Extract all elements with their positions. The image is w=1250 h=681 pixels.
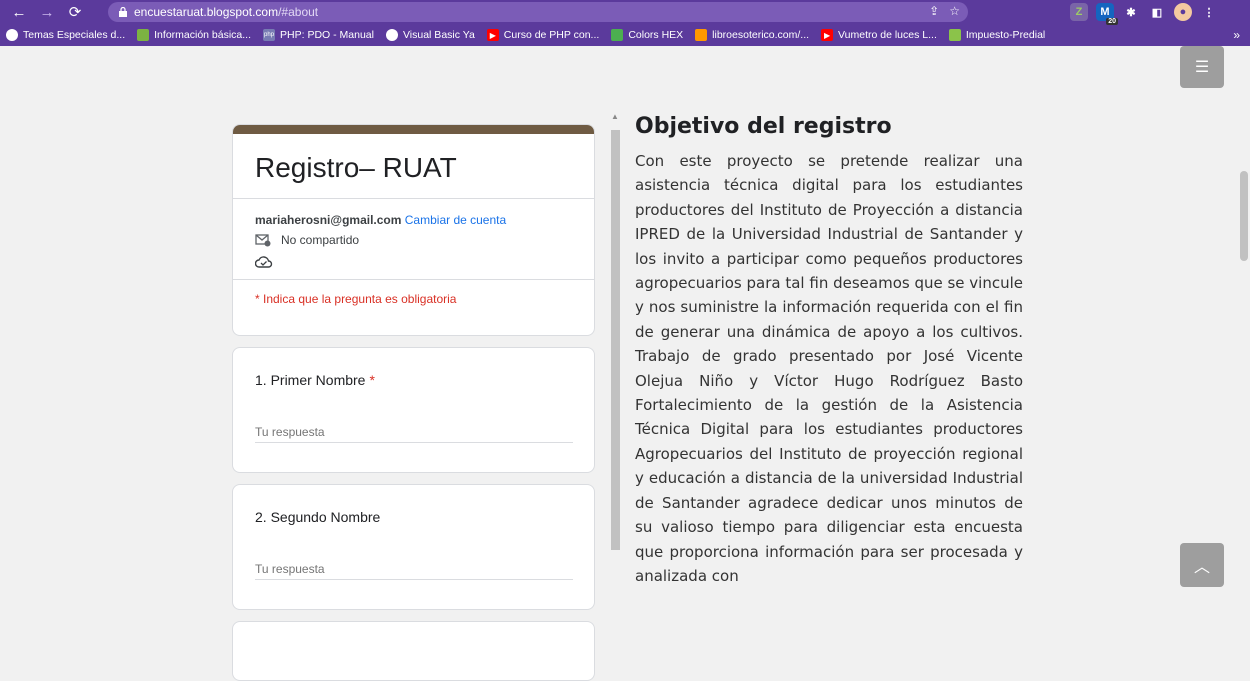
building-icon	[948, 29, 961, 41]
address-bar[interactable]: encuestaruat.blogspot.com/#about ⇪ ☆	[108, 2, 968, 22]
second-name-input[interactable]	[255, 559, 573, 580]
cloud-saved-icon	[255, 256, 273, 268]
reload-icon[interactable]: ⟳	[64, 1, 86, 23]
bookmark-label: PHP: PDO - Manual	[280, 29, 374, 41]
not-shared-text: No compartido	[281, 233, 360, 247]
bookmark-item[interactable]: Información básica...	[137, 29, 251, 41]
page-viewport: Registro– RUAT mariaherosni@gmail.com Ca…	[0, 46, 1238, 681]
puzzle-extensions-icon[interactable]: ✱	[1122, 3, 1140, 21]
browser-chrome: ← → ⟳ encuestaruat.blogspot.com/#about ⇪…	[0, 0, 1250, 46]
question-text: 2. Segundo Nombre	[255, 509, 381, 525]
article-body: Con este proyecto se pretende realizar u…	[635, 152, 1023, 585]
share-icon[interactable]: ⇪	[929, 4, 939, 18]
required-note: * Indica que la pregunta es obligatoria	[255, 292, 457, 306]
bookmark-label: Curso de PHP con...	[503, 29, 600, 41]
bookmark-item[interactable]: Impuesto-Predial	[948, 29, 1046, 41]
bookmark-label: Impuesto-Predial	[965, 29, 1046, 41]
bookmark-item[interactable]: ▶ Curso de PHP con...	[486, 29, 600, 41]
question-label: 1. Primer Nombre *	[255, 372, 375, 388]
bookmark-item[interactable]: php PHP: PDO - Manual	[263, 29, 374, 41]
form-title: Registro– RUAT	[255, 152, 457, 183]
bookmark-label: Información básica...	[154, 29, 252, 41]
scroll-up-arrow-icon[interactable]: ▲	[611, 112, 619, 121]
lock-icon	[119, 7, 127, 17]
youtube-icon: ▶	[821, 29, 834, 41]
browser-toolbar: ← → ⟳ encuestaruat.blogspot.com/#about ⇪…	[0, 0, 1250, 25]
bookmark-item[interactable]: Temas Especiales d...	[6, 29, 125, 41]
profile-avatar[interactable]: ●	[1174, 3, 1192, 21]
chevron-up-icon: ︿	[1193, 559, 1210, 576]
extensions-area: Z M 20 ✱ ◧ ● ⋮	[1070, 2, 1218, 25]
first-name-input[interactable]	[255, 422, 573, 443]
article-heading: Objetivo del registro	[635, 114, 892, 139]
forward-arrow-icon[interactable]: →	[36, 1, 58, 23]
globe-icon	[385, 29, 398, 41]
article: Objetivo del registro Con este proyecto …	[635, 114, 1023, 588]
question-card: 1. Primer Nombre *	[232, 347, 595, 473]
bookmarks-overflow-button[interactable]: »	[1233, 24, 1240, 46]
question-card	[232, 621, 595, 681]
back-to-top-button[interactable]: ︿	[1180, 543, 1224, 587]
not-shared-row: No compartido	[233, 227, 594, 247]
mail-not-shared-icon	[255, 234, 271, 247]
bookmark-label: Vumetro de luces L...	[838, 29, 937, 41]
kebab-menu-icon[interactable]: ⋮	[1200, 3, 1218, 21]
bookmark-label: Temas Especiales d...	[23, 29, 126, 41]
leaf-icon	[137, 29, 150, 41]
page-scrollbar[interactable]	[1238, 46, 1250, 644]
url-text: encuestaruat.blogspot.com/#about	[134, 5, 318, 19]
question-card: 2. Segundo Nombre	[232, 484, 595, 610]
cloud-row	[233, 247, 594, 269]
form-header-card: Registro– RUAT mariaherosni@gmail.com Ca…	[232, 124, 595, 336]
book-icon	[695, 29, 708, 41]
bookmark-label: Colors HEX	[628, 29, 684, 41]
bookmark-star-icon[interactable]: ☆	[949, 4, 960, 18]
z-extension-icon[interactable]: Z	[1070, 3, 1088, 21]
bookmark-label: libroesoterico.com/...	[712, 29, 810, 41]
scrollbar-thumb[interactable]	[1240, 171, 1248, 261]
side-panel-icon[interactable]: ◧	[1148, 3, 1166, 21]
php-icon: php	[263, 29, 276, 41]
form-header-bar	[233, 125, 594, 134]
menu-button[interactable]: ☰	[1180, 46, 1224, 88]
account-row: mariaherosni@gmail.com Cambiar de cuenta	[233, 199, 594, 227]
account-email: mariaherosni@gmail.com	[255, 213, 402, 227]
form-scrollbar[interactable]: ▲	[609, 112, 622, 644]
bookmark-item[interactable]: Visual Basic Ya	[385, 29, 475, 41]
colors-icon	[611, 29, 624, 41]
hamburger-icon: ☰	[1194, 59, 1210, 76]
bookmark-item[interactable]: ▶ Vumetro de luces L...	[821, 29, 937, 41]
url-path: /#about	[278, 5, 319, 19]
globe-icon	[6, 29, 18, 41]
question-text: 1. Primer Nombre	[255, 372, 366, 388]
mail-extension-icon[interactable]: M 20	[1096, 3, 1118, 25]
scrollbar-thumb[interactable]	[611, 130, 620, 550]
bookmark-item[interactable]: libroesoterico.com/...	[695, 29, 809, 41]
bookmarks-bar: Temas Especiales d... Información básica…	[0, 24, 1250, 46]
back-arrow-icon[interactable]: ←	[8, 1, 30, 23]
switch-account-link[interactable]: Cambiar de cuenta	[405, 213, 506, 227]
bookmark-item[interactable]: Colors HEX	[611, 29, 683, 41]
bookmark-label: Visual Basic Ya	[402, 29, 475, 41]
youtube-icon: ▶	[486, 29, 499, 41]
url-host: encuestaruat.blogspot.com	[134, 5, 279, 19]
question-label: 2. Segundo Nombre	[255, 509, 380, 525]
required-star: *	[369, 372, 375, 388]
